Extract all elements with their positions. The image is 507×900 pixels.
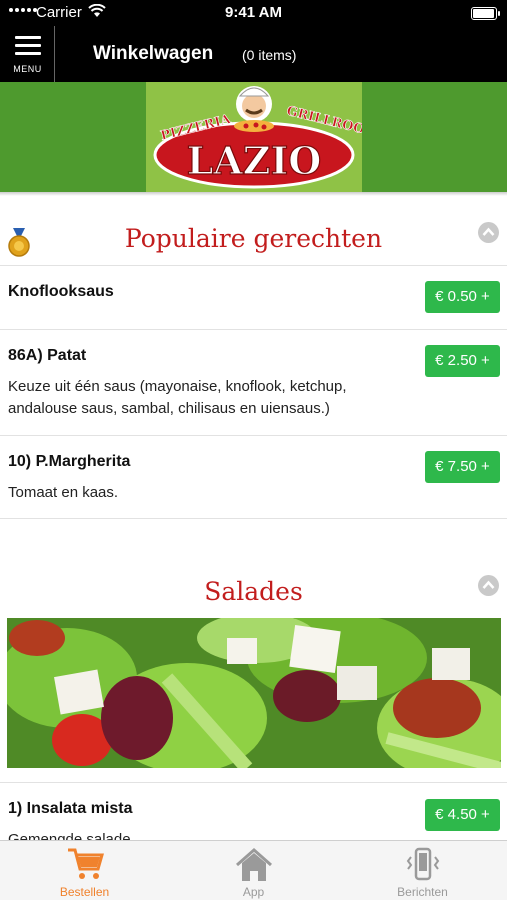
section-title-populaire: Populaire gerechten [124, 224, 383, 253]
top-bar: Carrier 9:41 AM MENU Winkelwagen (0 item… [0, 0, 507, 82]
menu-button[interactable]: MENU [0, 26, 55, 82]
add-price-button[interactable]: € 2.50 + [425, 345, 500, 377]
chevron-up-icon [482, 580, 495, 589]
phone-vibrate-icon [406, 847, 440, 881]
restaurant-logo: PIZZERIA GRILLROOM LAZIO [146, 82, 362, 192]
collapse-section-button[interactable] [478, 575, 499, 596]
battery-icon [471, 7, 500, 20]
hamburger-icon [15, 36, 41, 56]
collapse-section-button[interactable] [478, 222, 499, 243]
item-name[interactable]: 10) P.Margherita [8, 453, 130, 471]
item-name[interactable]: Knoflooksaus [8, 283, 114, 301]
page-title[interactable]: Winkelwagen [93, 43, 213, 65]
item-description: Keuze uit één saus (mayonaise, knoflook,… [8, 378, 347, 417]
tab-label: Bestellen [59, 885, 110, 899]
tab-label: Berichten [397, 885, 448, 899]
logo-text-lazio: LAZIO [187, 138, 322, 183]
add-price-button[interactable]: € 4.50 + [425, 799, 500, 831]
status-bar: Carrier 9:41 AM [0, 0, 507, 26]
status-time: 9:41 AM [225, 4, 282, 21]
chevron-up-icon [482, 227, 495, 236]
tab-berichten[interactable]: Berichten [338, 841, 507, 900]
tab-label: App [242, 885, 265, 899]
item-name[interactable]: 86A) Patat [8, 347, 86, 365]
item-description: Tomaat en kaas. [8, 484, 119, 501]
add-price-button[interactable]: € 7.50 + [425, 451, 500, 483]
menu-label: MENU [13, 64, 42, 74]
tab-bar: Bestellen App Berichten [0, 840, 507, 900]
tab-bestellen[interactable]: Bestellen [0, 841, 169, 900]
cart-item-count[interactable]: (0 items) [242, 47, 296, 63]
add-price-button[interactable]: € 0.50 + [425, 281, 500, 313]
home-icon [236, 847, 272, 881]
tab-app[interactable]: App [169, 841, 338, 900]
section-title-salades: Salades [204, 577, 303, 606]
cart-icon [68, 848, 104, 879]
item-name[interactable]: 1) Insalata mista [8, 800, 133, 818]
salad-photo [7, 618, 501, 768]
